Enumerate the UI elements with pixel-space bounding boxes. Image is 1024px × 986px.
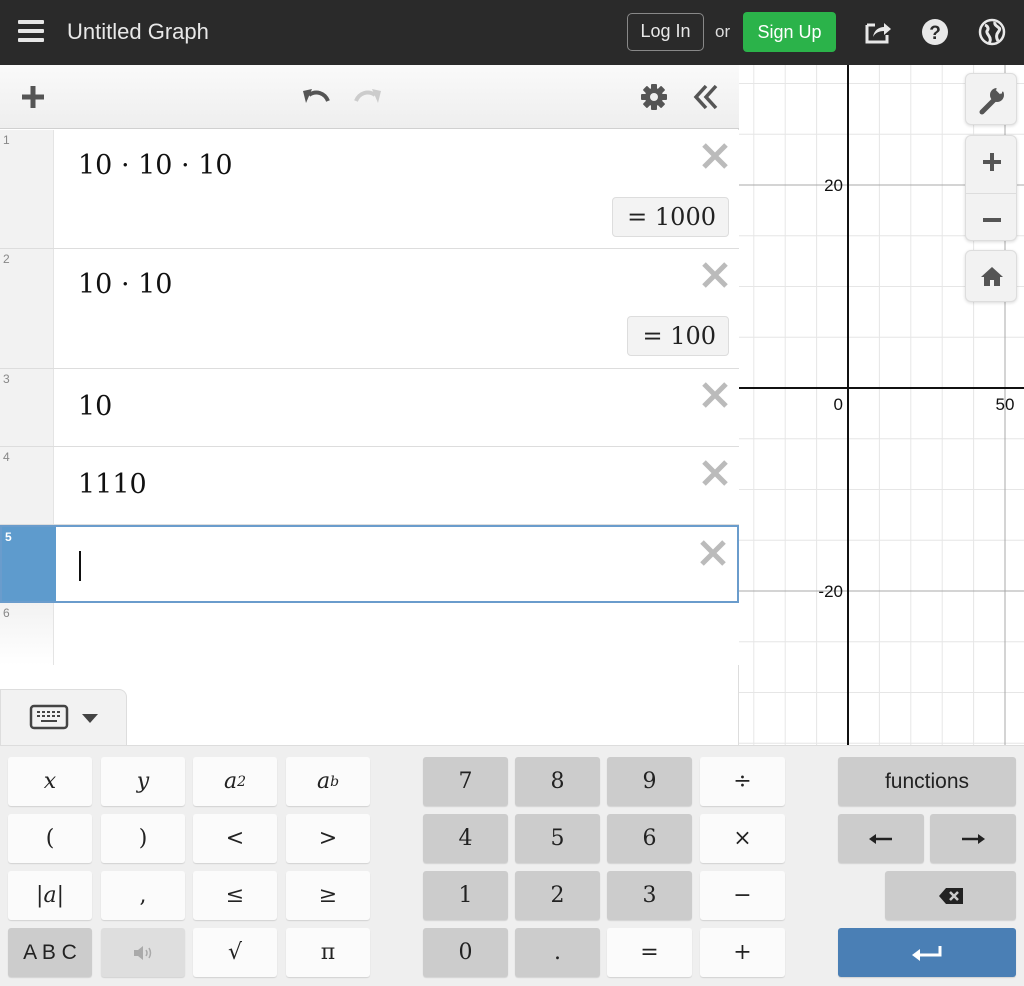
expression-row[interactable]: 4 1110 xyxy=(0,447,739,525)
graph-settings-button[interactable] xyxy=(965,73,1017,125)
expression-input[interactable]: 1110 xyxy=(78,469,147,500)
expression-input[interactable]: 10 · 10 xyxy=(78,269,172,300)
expression-row-empty[interactable]: 6 xyxy=(0,603,739,665)
key-right-arrow[interactable] xyxy=(930,814,1016,863)
key-left-arrow[interactable] xyxy=(838,814,924,863)
enter-icon xyxy=(912,945,942,961)
key-decimal[interactable]: . xyxy=(515,928,600,977)
key-abc[interactable]: A B C xyxy=(8,928,92,977)
key-less-than[interactable]: < xyxy=(193,814,277,863)
key-minus[interactable]: − xyxy=(700,871,785,920)
key-y[interactable]: y xyxy=(101,757,185,806)
delete-expression-icon[interactable] xyxy=(701,261,729,289)
keypad-toggle[interactable] xyxy=(0,689,127,749)
graph-title[interactable]: Untitled Graph xyxy=(67,19,209,45)
graph-paper[interactable]: 0 50 20 -20 xyxy=(739,65,1024,745)
home-icon xyxy=(981,267,1003,286)
zoom-in-icon[interactable] xyxy=(966,136,1018,188)
zoom-controls xyxy=(965,135,1017,241)
key-7[interactable]: 7 xyxy=(423,757,508,806)
expression-number: 4 xyxy=(3,450,10,464)
y-tick-label: -20 xyxy=(818,582,843,601)
login-button[interactable]: Log In xyxy=(627,13,704,51)
undo-icon[interactable] xyxy=(300,81,332,113)
key-sqrt[interactable]: √ xyxy=(193,928,277,977)
math-keypad: x y a2 ab ( ) < > | a | , ≤ ≥ A B C √ π 7 … xyxy=(0,745,1024,986)
arrow-left-icon xyxy=(869,833,892,844)
key-less-equal[interactable]: ≤ xyxy=(193,871,277,920)
expression-input[interactable]: 10 · 10 · 10 xyxy=(78,150,233,181)
settings-icon[interactable] xyxy=(638,81,670,113)
share-icon[interactable] xyxy=(863,17,893,47)
delete-expression-icon[interactable] xyxy=(699,539,727,567)
caret-down-icon xyxy=(82,714,98,723)
svg-text:?: ? xyxy=(929,23,941,44)
key-4[interactable]: 4 xyxy=(423,814,508,863)
x-tick-label: 0 xyxy=(834,395,843,414)
key-abs[interactable]: | a | xyxy=(8,871,92,920)
zoom-out-icon[interactable] xyxy=(966,194,1018,246)
key-9[interactable]: 9 xyxy=(607,757,692,806)
expression-number: 5 xyxy=(5,530,12,544)
key-3[interactable]: 3 xyxy=(607,871,692,920)
or-label: or xyxy=(715,22,731,41)
key-left-paren[interactable]: ( xyxy=(8,814,92,863)
key-comma[interactable]: , xyxy=(101,871,185,920)
key-enter[interactable] xyxy=(838,928,1016,977)
home-button[interactable] xyxy=(965,250,1017,302)
key-a-power-b[interactable]: ab xyxy=(286,757,370,806)
signup-button[interactable]: Sign Up xyxy=(743,12,836,52)
speaker-icon xyxy=(134,945,152,960)
wrench-icon xyxy=(979,85,1005,115)
expression-number: 1 xyxy=(3,133,10,147)
key-plus[interactable]: + xyxy=(700,928,785,977)
globe-icon[interactable] xyxy=(977,17,1007,47)
key-x[interactable]: x xyxy=(8,757,92,806)
evaluation-result: = 1000 xyxy=(612,197,729,237)
expression-row[interactable]: 2 10 · 10 = 100 xyxy=(0,249,739,369)
arrow-right-icon xyxy=(962,833,985,844)
key-functions[interactable]: functions xyxy=(838,757,1016,806)
key-pi[interactable]: π xyxy=(286,928,370,977)
key-greater-equal[interactable]: ≥ xyxy=(286,871,370,920)
top-bar: Untitled Graph Log In or Sign Up ? xyxy=(0,0,1024,65)
delete-expression-icon[interactable] xyxy=(701,459,729,487)
key-6[interactable]: 6 xyxy=(607,814,692,863)
key-1[interactable]: 1 xyxy=(423,871,508,920)
evaluation-result: = 100 xyxy=(627,316,729,356)
expression-number: 3 xyxy=(3,372,10,386)
help-icon[interactable]: ? xyxy=(920,17,950,47)
key-divide[interactable]: ÷ xyxy=(700,757,785,806)
key-backspace[interactable] xyxy=(885,871,1016,920)
expression-row[interactable]: 3 10 xyxy=(0,369,739,447)
text-cursor xyxy=(79,551,81,581)
key-8[interactable]: 8 xyxy=(515,757,600,806)
key-2[interactable]: 2 xyxy=(515,871,600,920)
key-a-squared[interactable]: a2 xyxy=(193,757,277,806)
expression-row-active[interactable]: 5 xyxy=(0,525,739,603)
delete-expression-icon[interactable] xyxy=(701,142,729,170)
expression-number: 6 xyxy=(3,606,10,620)
redo-icon[interactable] xyxy=(352,81,384,113)
expression-number: 2 xyxy=(3,252,10,266)
y-tick-label: 20 xyxy=(824,176,843,195)
add-icon[interactable] xyxy=(17,81,49,113)
key-audio[interactable] xyxy=(101,928,185,977)
keyboard-icon xyxy=(29,704,69,730)
key-right-paren[interactable]: ) xyxy=(101,814,185,863)
delete-expression-icon[interactable] xyxy=(701,381,729,409)
key-multiply[interactable]: × xyxy=(700,814,785,863)
expression-panel: 1 10 · 10 · 10 = 1000 2 10 · 10 = 100 3 … xyxy=(0,65,739,745)
key-0[interactable]: 0 xyxy=(423,928,508,977)
expression-input[interactable]: 10 xyxy=(78,391,112,422)
expression-row[interactable]: 1 10 · 10 · 10 = 1000 xyxy=(0,130,739,249)
x-tick-label: 50 xyxy=(996,395,1015,414)
collapse-icon[interactable] xyxy=(690,81,722,113)
key-greater-than[interactable]: > xyxy=(286,814,370,863)
key-5[interactable]: 5 xyxy=(515,814,600,863)
expression-toolbar xyxy=(0,65,739,129)
backspace-icon xyxy=(938,887,963,904)
key-equals[interactable]: = xyxy=(607,928,692,977)
menu-icon[interactable] xyxy=(18,20,44,42)
